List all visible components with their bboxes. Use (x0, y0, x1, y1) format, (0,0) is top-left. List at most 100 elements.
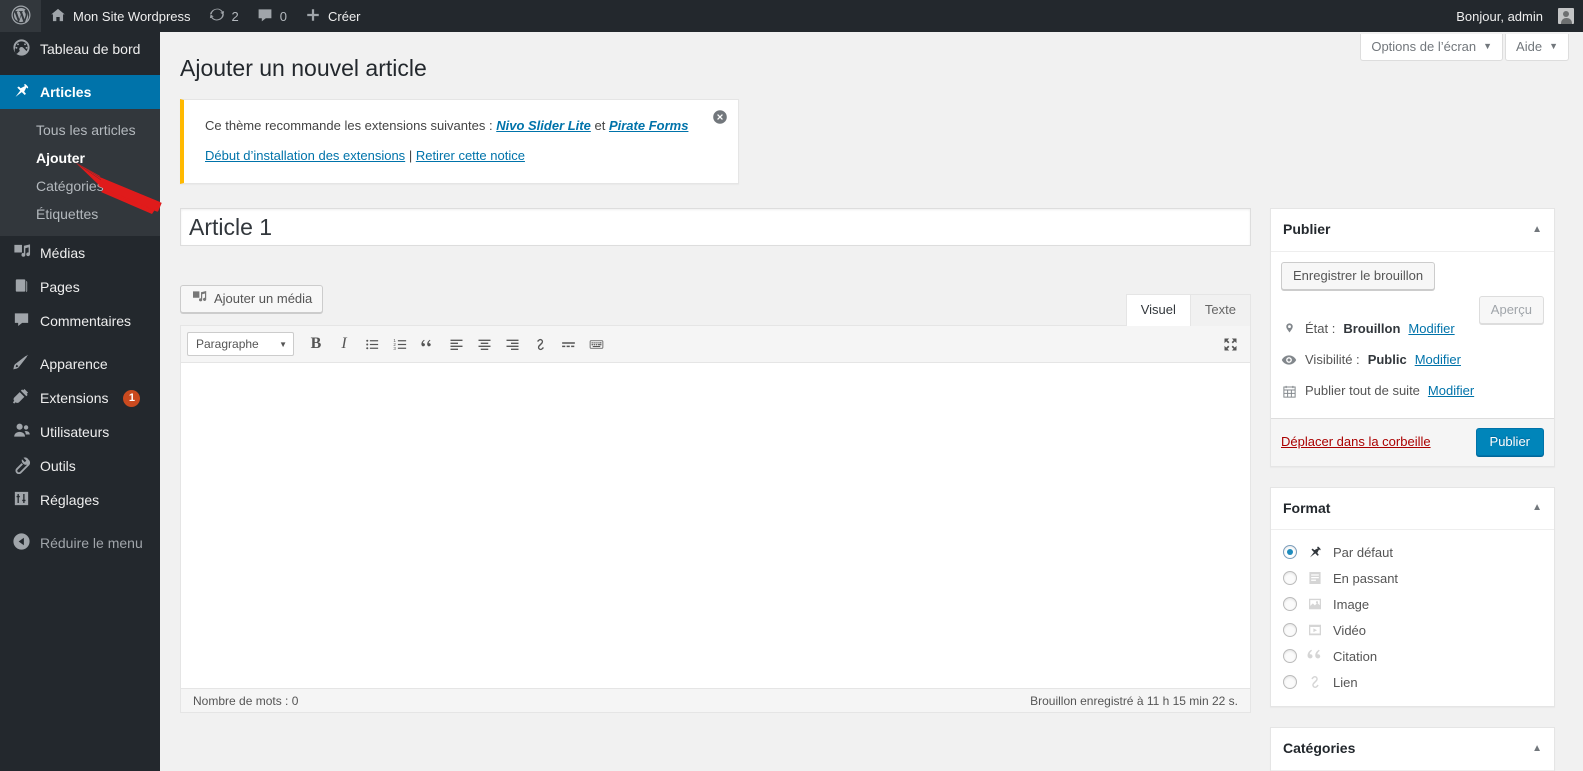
chevron-up-icon[interactable]: ▲ (1532, 225, 1542, 235)
sidebar-label: Réduire le menu (40, 535, 143, 551)
minor-publishing-actions: Enregistrer le brouillon Aperçu (1271, 252, 1554, 325)
add-media-button[interactable]: Ajouter un média (180, 285, 324, 314)
sidebar-submenu-item-etiquettes[interactable]: Étiquettes (0, 200, 160, 228)
move-to-trash-link[interactable]: Déplacer dans la corbeille (1281, 434, 1431, 449)
format-option-video[interactable]: Vidéo (1283, 617, 1542, 643)
close-circle-icon[interactable] (712, 109, 728, 125)
chevron-up-icon[interactable]: ▲ (1532, 503, 1542, 513)
edit-visibility-link[interactable]: Modifier (1415, 351, 1461, 369)
radio-par-defaut[interactable] (1283, 545, 1297, 560)
pin-icon (11, 81, 31, 103)
format-label: Par défaut (1333, 544, 1393, 560)
format-option-par-defaut[interactable]: Par défaut (1283, 539, 1542, 565)
users-icon (11, 421, 31, 443)
radio-citation[interactable] (1283, 649, 1297, 664)
distraction-free-icon[interactable] (1217, 331, 1243, 357)
format-option-image[interactable]: Image (1283, 591, 1542, 617)
radio-image[interactable] (1283, 597, 1297, 612)
new-content-menu[interactable]: Créer (296, 0, 370, 32)
bullet-list-icon[interactable] (359, 331, 385, 357)
blockquote-icon[interactable] (415, 331, 441, 357)
link-icon[interactable] (527, 331, 553, 357)
notice-separator: | (408, 147, 413, 163)
publish-button[interactable]: Publier (1475, 427, 1544, 456)
notice-link-begin-install[interactable]: Début d’installation des extensions (205, 148, 405, 163)
sidebar-item-utilisateurs[interactable]: Utilisateurs (0, 415, 160, 449)
submenu-label: Catégories (36, 178, 104, 194)
align-left-icon[interactable] (443, 331, 469, 357)
chevron-up-icon[interactable]: ▲ (1532, 744, 1542, 754)
quote-icon (1306, 648, 1324, 664)
bold-icon[interactable]: B (303, 331, 329, 357)
publish-box-header[interactable]: Publier ▲ (1271, 209, 1554, 253)
sidebar-item-outils[interactable]: Outils (0, 449, 160, 483)
numbered-list-icon[interactable]: 123 (387, 331, 413, 357)
sidebar-submenu-item-ajouter[interactable]: Ajouter (0, 144, 160, 172)
sidebar-item-pages[interactable]: Pages (0, 270, 160, 304)
radio-en-passant[interactable] (1283, 571, 1297, 586)
updates-count: 2 (231, 8, 239, 24)
notice-link-nivo-slider-lite[interactable]: Nivo Slider Lite (496, 118, 591, 133)
settings-sliders-icon (11, 489, 31, 511)
editor-mode-tabs: Visuel Texte (1125, 294, 1251, 327)
format-option-citation[interactable]: Citation (1283, 643, 1542, 669)
status-label: État : (1305, 321, 1336, 337)
screen-options-button[interactable]: Options de l’écran ▼ (1360, 34, 1504, 61)
main-content-area: Options de l’écran ▼ Aide ▼ Ajouter un n… (160, 32, 1583, 771)
italic-icon[interactable]: I (331, 331, 357, 357)
sidebar-label: Articles (40, 84, 92, 100)
align-center-icon[interactable] (471, 331, 497, 357)
notice-link-dismiss[interactable]: Retirer cette notice (416, 148, 525, 163)
sidebar-item-reduire-le-menu[interactable]: Réduire le menu (0, 526, 160, 560)
preview-button[interactable]: Aperçu (1478, 296, 1544, 325)
my-account-menu[interactable]: Bonjour, admin (1447, 0, 1583, 32)
submenu-label: Étiquettes (36, 206, 99, 222)
appearance-brush-icon (11, 353, 31, 375)
sidebar-item-extensions[interactable]: Extensions 1 (0, 381, 160, 415)
editor-status-bar: Nombre de mots : 0 Brouillon enregistré … (181, 688, 1250, 713)
categories-box-header[interactable]: Catégories ▲ (1271, 728, 1554, 771)
updates-menu[interactable]: 2 (200, 0, 248, 32)
sidebar-item-medias[interactable]: Médias (0, 236, 160, 270)
format-box-header[interactable]: Format ▲ (1271, 488, 1554, 531)
tab-texte[interactable]: Texte (1189, 294, 1251, 327)
post-content-editor[interactable] (181, 363, 1250, 689)
sidebar-submenu-item-tous-les-articles[interactable]: Tous les articles (0, 116, 160, 144)
chevron-down-icon: ▼ (1549, 41, 1558, 51)
post-title-input[interactable] (180, 208, 1251, 247)
sidebar-item-articles[interactable]: Articles (0, 75, 168, 109)
tools-wrench-icon (11, 455, 31, 477)
radio-video[interactable] (1283, 623, 1297, 638)
read-more-icon[interactable] (555, 331, 581, 357)
sidebar-item-commentaires[interactable]: Commentaires (0, 304, 160, 338)
comments-menu[interactable]: 0 (248, 0, 296, 32)
keyboard-shortcuts-icon[interactable] (583, 331, 609, 357)
help-button[interactable]: Aide ▼ (1505, 34, 1569, 61)
sidebar-label: Tableau de bord (40, 41, 141, 57)
save-draft-button[interactable]: Enregistrer le brouillon (1281, 262, 1436, 291)
paragraph-format-label: Paragraphe (196, 337, 259, 352)
format-box-title: Format (1283, 499, 1331, 516)
format-options-list: Par défaut En passant Image Vidéo Citati… (1271, 530, 1554, 706)
radio-lien[interactable] (1283, 675, 1297, 690)
edit-status-link[interactable]: Modifier (1408, 320, 1454, 338)
submenu-label: Tous les articles (36, 122, 136, 138)
sidebar-item-apparence[interactable]: Apparence (0, 347, 160, 381)
post-body: Ajouter un média Visuel Texte Paragraphe… (160, 208, 1583, 771)
sidebar-item-reglages[interactable]: Réglages (0, 483, 160, 517)
format-option-en-passant[interactable]: En passant (1283, 565, 1542, 591)
edit-schedule-link[interactable]: Modifier (1428, 382, 1474, 400)
wordpress-logo-menu[interactable] (0, 0, 41, 32)
format-option-lien[interactable]: Lien (1283, 669, 1542, 695)
pages-icon (11, 276, 31, 298)
greeting-label: Bonjour, admin (1456, 8, 1543, 24)
paragraph-format-select[interactable]: Paragraphe ▼ (187, 332, 294, 357)
align-right-icon[interactable] (499, 331, 525, 357)
site-name-menu[interactable]: Mon Site Wordpress (41, 0, 200, 32)
sidebar-item-tableau-de-bord[interactable]: Tableau de bord (0, 32, 160, 66)
autosave-notice: Brouillon enregistré à 11 h 15 min 22 s. (1030, 693, 1238, 708)
sidebar-submenu-item-categories[interactable]: Catégories (0, 172, 160, 200)
notice-link-pirate-forms[interactable]: Pirate Forms (609, 118, 688, 133)
tab-visuel[interactable]: Visuel (1125, 294, 1191, 327)
categories-box-title: Catégories (1283, 740, 1356, 757)
